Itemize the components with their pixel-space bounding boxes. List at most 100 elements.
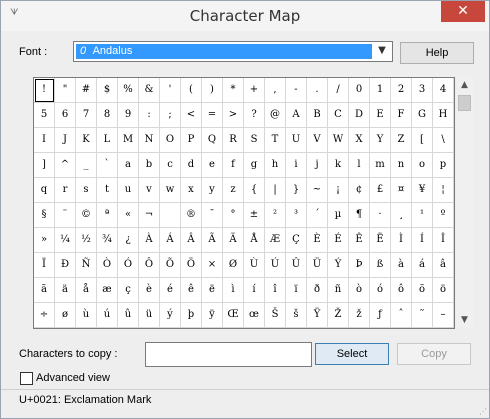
character-cell[interactable]: # (76, 78, 97, 103)
character-cell[interactable]: O (160, 128, 181, 153)
character-cell[interactable]: © (76, 203, 97, 228)
character-cell[interactable]: ë (202, 278, 223, 303)
character-cell[interactable]: Ü (307, 253, 328, 278)
character-cell[interactable]: ® (181, 203, 202, 228)
character-cell[interactable]: p (433, 153, 454, 178)
character-cell[interactable]: Š (265, 303, 286, 328)
character-cell[interactable]: Œ (223, 303, 244, 328)
character-cell[interactable]: œ (244, 303, 265, 328)
character-cell[interactable]: M (118, 128, 139, 153)
character-cell[interactable]: ¥ (412, 178, 433, 203)
character-cell[interactable]: ñ (328, 278, 349, 303)
character-cell[interactable]: ú (97, 303, 118, 328)
character-cell[interactable]: ÿ (202, 303, 223, 328)
character-cell[interactable]: ò (349, 278, 370, 303)
character-cell[interactable]: e (202, 153, 223, 178)
character-cell[interactable]: " (55, 78, 76, 103)
grid-scrollbar[interactable]: ▲ ▼ (456, 77, 473, 329)
character-cell[interactable]: û (118, 303, 139, 328)
character-cell[interactable]: H (433, 103, 454, 128)
character-cell[interactable]: d (181, 153, 202, 178)
character-cell[interactable]: ] (34, 153, 55, 178)
character-cell[interactable]: » (34, 228, 55, 253)
character-cell[interactable]: * (223, 78, 244, 103)
character-cell[interactable]: ˜ (412, 303, 433, 328)
character-cell[interactable]: ö (433, 278, 454, 303)
character-cell[interactable]: þ (181, 303, 202, 328)
advanced-view-label[interactable]: Advanced view (36, 372, 110, 384)
character-cell[interactable]: á (412, 253, 433, 278)
character-cell[interactable]: Ñ (76, 253, 97, 278)
character-cell[interactable]: | (265, 178, 286, 203)
character-cell[interactable]: x (181, 178, 202, 203)
character-cell[interactable]: D (349, 103, 370, 128)
character-cell[interactable]: ÷ (34, 303, 55, 328)
character-cell[interactable]: â (433, 253, 454, 278)
character-cell[interactable]: J (55, 128, 76, 153)
character-cell[interactable]: Ó (118, 253, 139, 278)
character-cell[interactable]: Î (433, 228, 454, 253)
character-cell[interactable]: < (181, 103, 202, 128)
character-cell[interactable]: § (34, 203, 55, 228)
help-button[interactable]: Help (400, 42, 474, 64)
character-cell[interactable]: Å (244, 228, 265, 253)
character-cell[interactable]: N (139, 128, 160, 153)
character-cell[interactable]: £ (370, 178, 391, 203)
character-cell[interactable]: Ð (55, 253, 76, 278)
character-cell[interactable]: ª (97, 203, 118, 228)
character-cell[interactable]: ~ (307, 178, 328, 203)
character-cell[interactable]: u (118, 178, 139, 203)
close-button[interactable]: ✕ (441, 1, 485, 22)
character-cell[interactable]: Y (370, 128, 391, 153)
character-cell[interactable]: 6 (55, 103, 76, 128)
character-cell[interactable]: C (328, 103, 349, 128)
character-cell[interactable]: Ù (244, 253, 265, 278)
character-cell[interactable]: ± (244, 203, 265, 228)
character-cell[interactable]: c (160, 153, 181, 178)
character-cell[interactable]: r (55, 178, 76, 203)
character-cell[interactable]: ¸ (391, 203, 412, 228)
character-cell[interactable]: š (286, 303, 307, 328)
character-cell[interactable]: ä (55, 278, 76, 303)
character-cell[interactable]: Ô (139, 253, 160, 278)
character-cell[interactable]: l (349, 153, 370, 178)
character-cell[interactable]: + (244, 78, 265, 103)
character-cell[interactable]: ð (307, 278, 328, 303)
character-cell[interactable]: º (433, 203, 454, 228)
character-cell[interactable]: ¿ (118, 228, 139, 253)
character-cell[interactable]: È (307, 228, 328, 253)
character-cell[interactable]: ½ (76, 228, 97, 253)
character-cell[interactable]: F (391, 103, 412, 128)
character-cell[interactable]: ; (160, 103, 181, 128)
character-cell[interactable]: ! (34, 78, 55, 103)
character-cell[interactable]: Ê (349, 228, 370, 253)
resize-grip-icon[interactable]: ⋰ (479, 407, 487, 416)
character-cell[interactable]: h (265, 153, 286, 178)
character-cell[interactable]: U (286, 128, 307, 153)
font-dropdown[interactable]: 0 Andalus ▼ (73, 41, 393, 62)
chevron-down-icon[interactable]: ▼ (374, 43, 390, 59)
character-cell[interactable]: 3 (412, 78, 433, 103)
character-cell[interactable]: Ã (202, 228, 223, 253)
character-cell[interactable]: ' (160, 78, 181, 103)
scroll-down-icon[interactable]: ▼ (456, 312, 473, 329)
character-cell[interactable]: ¡ (328, 178, 349, 203)
character-cell[interactable]: Ÿ (307, 303, 328, 328)
character-cell[interactable]: g (244, 153, 265, 178)
character-cell[interactable]: : (139, 103, 160, 128)
character-cell[interactable]: n (391, 153, 412, 178)
character-cell[interactable]: - (286, 78, 307, 103)
character-cell[interactable]: 2 (391, 78, 412, 103)
character-cell[interactable]: f (223, 153, 244, 178)
character-cell[interactable]: Z (391, 128, 412, 153)
font-selected-option[interactable]: 0 Andalus (76, 44, 372, 59)
character-cell[interactable]: ¯ (202, 203, 223, 228)
character-cell[interactable]: Þ (349, 253, 370, 278)
scroll-up-icon[interactable]: ▲ (456, 77, 473, 94)
character-cell[interactable]: ü (139, 303, 160, 328)
character-cell[interactable]: ¢ (349, 178, 370, 203)
character-cell[interactable]: à (391, 253, 412, 278)
character-cell[interactable]: ß (370, 253, 391, 278)
character-cell[interactable]: v (139, 178, 160, 203)
character-cell[interactable]: Û (286, 253, 307, 278)
